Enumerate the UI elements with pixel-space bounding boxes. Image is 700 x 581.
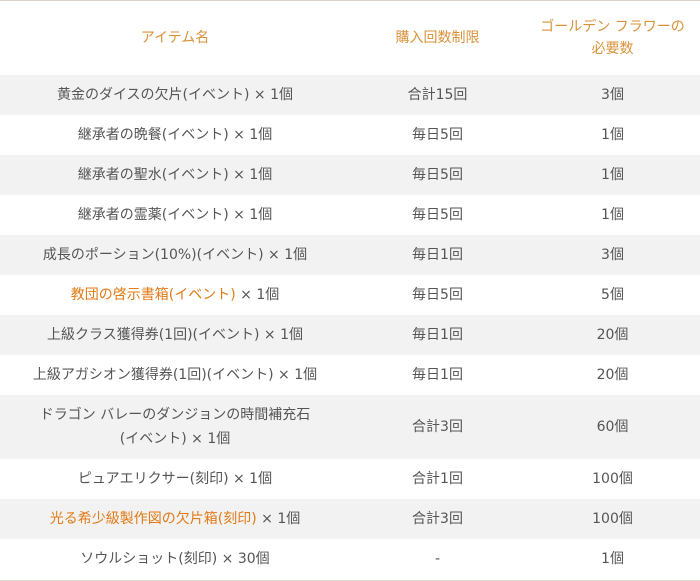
item-name: 黄金のダイスの欠片(イベント) xyxy=(56,87,250,103)
required-flowers-cell: 1個 xyxy=(601,551,624,567)
item-name: 継承者の聖水(イベント) xyxy=(77,167,229,183)
purchase-limit-cell: 合計1回 xyxy=(412,471,463,487)
required-flowers-cell: 100個 xyxy=(592,511,633,527)
item-name: 上級アガシオン獲得券(1回)(イベント) xyxy=(32,367,274,383)
item-name-cell: ソウルショット(刻印) × 30個 xyxy=(0,539,350,579)
table-row: 光る希少級製作図の欠片箱(刻印) × 1個 合計3回 100個 xyxy=(0,499,700,539)
item-name[interactable]: 光る希少級製作図の欠片箱(刻印) xyxy=(50,511,257,527)
item-quantity: × 1個 xyxy=(228,471,273,487)
exchange-table: アイテム名 購入回数制限 ゴールデン フラワーの 必要数 黄金のダイスの欠片(イ… xyxy=(0,1,700,579)
table-row: 継承者の聖水(イベント) × 1個 毎日5回 1個 xyxy=(0,155,700,195)
purchase-limit-cell: 毎日1回 xyxy=(412,327,463,343)
item-name-cell: 成長のポーション(10%)(イベント) × 1個 xyxy=(0,235,350,275)
required-flowers-cell: 1個 xyxy=(601,167,624,183)
purchase-limit-cell: 毎日1回 xyxy=(412,367,463,383)
item-name-cell: 継承者の晩餐(イベント) × 1個 xyxy=(0,115,350,155)
item-quantity: × 1個 xyxy=(186,431,231,447)
item-name: 継承者の霊薬(イベント) xyxy=(77,207,229,223)
table-row: 上級クラス獲得券(1回)(イベント) × 1個 毎日1回 20個 xyxy=(0,315,700,355)
item-name-cell: 教団の啓示書箱(イベント) × 1個 xyxy=(0,275,350,315)
table-row: 成長のポーション(10%)(イベント) × 1個 毎日1回 3個 xyxy=(0,235,700,275)
table-row: 継承者の晩餐(イベント) × 1個 毎日5回 1個 xyxy=(0,115,700,155)
item-quantity: × 1個 xyxy=(228,207,273,223)
purchase-limit-cell: 合計3回 xyxy=(412,419,463,435)
item-quantity: × 1個 xyxy=(228,127,273,143)
required-flowers-cell: 20個 xyxy=(596,327,629,343)
required-flowers-cell: 5個 xyxy=(601,287,624,303)
required-flowers-cell: 1個 xyxy=(601,127,624,143)
item-name: ドラゴン バレーのダンジョンの時間補充石 xyxy=(39,407,311,423)
item-name-cell: 黄金のダイスの欠片(イベント) × 1個 xyxy=(0,75,350,115)
item-name: 継承者の晩餐(イベント) xyxy=(77,127,229,143)
item-quantity: × 1個 xyxy=(228,167,273,183)
purchase-limit-cell: 合計3回 xyxy=(412,511,463,527)
item-name-cell: ドラゴン バレーのダンジョンの時間補充石 (イベント) × 1個 xyxy=(0,395,350,459)
required-flowers-cell: 3個 xyxy=(601,87,624,103)
table-row: 継承者の霊薬(イベント) × 1個 毎日5回 1個 xyxy=(0,195,700,235)
purchase-limit-cell: 毎日5回 xyxy=(412,167,463,183)
required-flowers-cell: 60個 xyxy=(596,419,629,435)
item-name: 上級クラス獲得券(1回)(イベント) xyxy=(46,327,260,343)
purchase-limit-cell: 毎日5回 xyxy=(412,287,463,303)
table-row: 教団の啓示書箱(イベント) × 1個 毎日5回 5個 xyxy=(0,275,700,315)
purchase-limit-cell: - xyxy=(434,551,441,567)
table-row: ドラゴン バレーのダンジョンの時間補充石 (イベント) × 1個 合計3回 60個 xyxy=(0,395,700,459)
purchase-limit-cell: 毎日1回 xyxy=(412,247,463,263)
purchase-limit-cell: 毎日5回 xyxy=(412,207,463,223)
table-row: 黄金のダイスの欠片(イベント) × 1個 合計15回 3個 xyxy=(0,75,700,115)
item-quantity: × 1個 xyxy=(273,367,318,383)
table-row: 上級アガシオン獲得券(1回)(イベント) × 1個 毎日1回 20個 xyxy=(0,355,700,395)
shop-table-container: アイテム名 購入回数制限 ゴールデン フラワーの 必要数 黄金のダイスの欠片(イ… xyxy=(0,0,700,581)
header-required-flowers-line2: 必要数 xyxy=(591,41,634,57)
item-name-cell: 上級クラス獲得券(1回)(イベント) × 1個 xyxy=(0,315,350,355)
item-quantity: × 1個 xyxy=(256,511,301,527)
required-flowers-cell: 100個 xyxy=(592,471,633,487)
header-required-flowers: ゴールデン フラワーの 必要数 xyxy=(525,1,700,75)
item-name-cell: 上級アガシオン獲得券(1回)(イベント) × 1個 xyxy=(0,355,350,395)
item-quantity: × 1個 xyxy=(259,327,304,343)
item-name[interactable]: 教団の啓示書箱(イベント) xyxy=(71,287,236,303)
purchase-limit-cell: 合計15回 xyxy=(407,87,468,103)
required-flowers-cell: 20個 xyxy=(596,367,629,383)
item-name-cell: 継承者の霊薬(イベント) × 1個 xyxy=(0,195,350,235)
table-row: ソウルショット(刻印) × 30個 - 1個 xyxy=(0,539,700,579)
item-name-cell: 継承者の聖水(イベント) × 1個 xyxy=(0,155,350,195)
item-quantity: × 1個 xyxy=(263,247,308,263)
table-row: ピュアエリクサー(刻印) × 1個 合計1回 100個 xyxy=(0,459,700,499)
item-quantity: × 30個 xyxy=(217,551,270,567)
item-name: 成長のポーション(10%)(イベント) xyxy=(42,247,264,263)
item-quantity: × 1個 xyxy=(249,87,294,103)
item-name: ピュアエリクサー(刻印) xyxy=(77,471,229,487)
header-item-name: アイテム名 xyxy=(140,30,210,46)
item-quantity: × 1個 xyxy=(235,287,280,303)
item-name-cell: 光る希少級製作図の欠片箱(刻印) × 1個 xyxy=(0,499,350,539)
table-header-row: アイテム名 購入回数制限 ゴールデン フラワーの 必要数 xyxy=(0,1,700,75)
purchase-limit-cell: 毎日5回 xyxy=(412,127,463,143)
item-name-cell: ピュアエリクサー(刻印) × 1個 xyxy=(0,459,350,499)
item-name: ソウルショット(刻印) xyxy=(80,551,218,567)
item-name-line2: (イベント) xyxy=(119,431,187,447)
required-flowers-cell: 3個 xyxy=(601,247,624,263)
header-purchase-limit: 購入回数制限 xyxy=(395,30,480,46)
required-flowers-cell: 1個 xyxy=(601,207,624,223)
header-required-flowers-line1: ゴールデン フラワーの xyxy=(540,19,685,35)
